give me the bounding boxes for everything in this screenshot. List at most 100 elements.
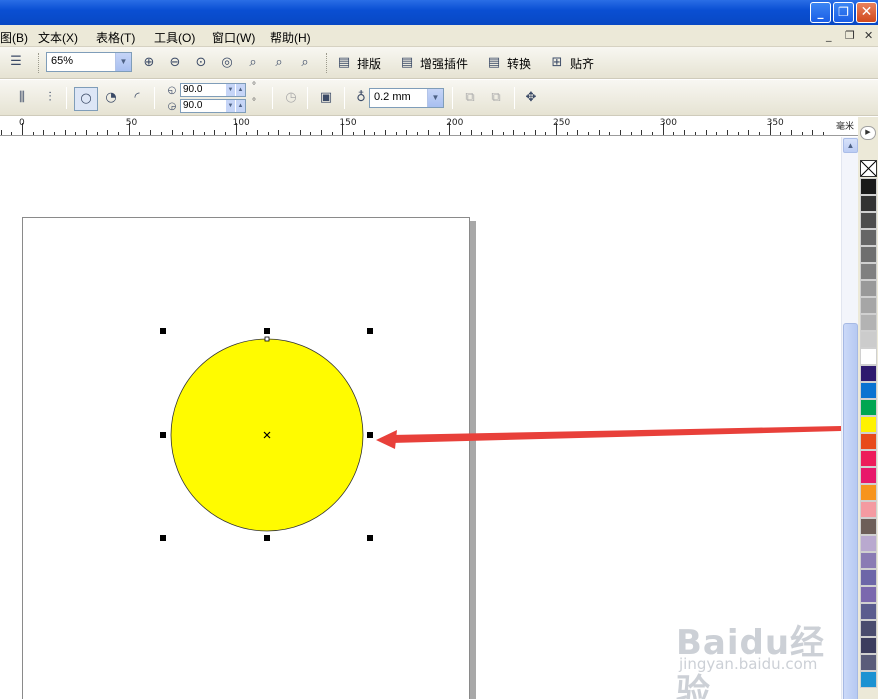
zoom-page-icon[interactable]: ⌕ [243, 53, 263, 73]
color-swatch[interactable] [860, 246, 877, 263]
color-swatch[interactable] [860, 654, 877, 671]
doc-minimize-icon[interactable]: _ [826, 29, 832, 42]
zoom-out-icon[interactable]: ⊖ [165, 53, 185, 73]
zoom-all-icon[interactable]: ◎ [217, 53, 237, 73]
selection-handle[interactable] [367, 432, 373, 438]
restore-button[interactable]: ❐ [833, 2, 854, 23]
color-swatch[interactable] [860, 229, 877, 246]
convert-icon[interactable]: ▤ [484, 53, 504, 73]
zoom-level-select[interactable]: 65% ▼ [46, 52, 132, 72]
menu-text[interactable]: 文本(X) [38, 29, 78, 46]
scroll-up-icon[interactable]: ▲ [843, 138, 858, 153]
ruler-label: 300 [659, 118, 677, 128]
zoom-selected-icon[interactable]: ⊙ [191, 53, 211, 73]
options-list-icon[interactable]: ☰ [6, 52, 26, 72]
ruler-tick [150, 130, 152, 135]
ruler-label: 50 [125, 118, 138, 128]
doc-restore-icon[interactable]: ❐ [845, 29, 855, 42]
convert-button[interactable]: 转换 [507, 55, 531, 72]
color-swatch[interactable] [860, 484, 877, 501]
ellipse-mode-icon[interactable]: ○ [74, 87, 98, 111]
color-swatch[interactable] [860, 365, 877, 382]
enhance-plugin-button[interactable]: 增强插件 [420, 55, 468, 72]
spin-up-icon[interactable]: ▲ [236, 84, 245, 96]
menu-tools[interactable]: 工具(O) [154, 29, 195, 46]
color-swatch[interactable] [860, 212, 877, 229]
ruler-tick [726, 130, 728, 135]
color-swatch[interactable] [860, 348, 877, 365]
color-swatch[interactable] [860, 535, 877, 552]
palette-scroll-icon[interactable]: ▶ [860, 126, 876, 140]
menu-bar: 图(B) 文本(X) 表格(T) 工具(O) 窗口(W) 帮助(H) _ ❐ ✕ [0, 25, 878, 47]
selection-handle[interactable] [160, 535, 166, 541]
zoom-in-icon[interactable]: ⊕ [139, 53, 159, 73]
snap-icon[interactable]: ⊞ [547, 53, 567, 73]
distribute-icon[interactable]: ⫶ [40, 88, 60, 108]
color-swatch[interactable] [860, 586, 877, 603]
color-swatch[interactable] [860, 450, 877, 467]
menu-window[interactable]: 窗口(W) [212, 29, 255, 46]
scroll-thumb[interactable] [843, 323, 858, 699]
outline-width-select[interactable]: 0.2 mm ▼ [369, 88, 444, 108]
enhance-plugin-icon[interactable]: ▤ [397, 53, 417, 73]
zoom-height-icon[interactable]: ⌕ [295, 53, 315, 73]
color-swatch[interactable] [860, 263, 877, 280]
drawing-canvas[interactable]: Baidu经验 jingyan.baidu.com [0, 137, 841, 699]
selection-handle[interactable] [367, 535, 373, 541]
to-back-icon[interactable]: ⧉ [486, 88, 506, 108]
color-swatch[interactable] [860, 552, 877, 569]
property-bar: ⫼ ⫶ ○ ◔ ◜ ◵ 90.0 ▼ ▲ ◶ 90.0 ▼ ▲ ° ° ◷ ▣ … [0, 80, 878, 116]
layout-button[interactable]: 排版 [357, 55, 381, 72]
to-front-icon[interactable]: ⧉ [460, 88, 480, 108]
color-swatch[interactable] [860, 671, 877, 688]
ruler-tick [0, 130, 2, 135]
align-icon[interactable]: ⫼ [12, 88, 32, 108]
minimize-button[interactable]: _ [810, 2, 831, 23]
no-color-swatch[interactable] [860, 160, 877, 177]
convert-to-curves-icon[interactable]: ✥ [521, 88, 541, 108]
doc-close-icon[interactable]: ✕ [864, 29, 873, 42]
color-swatch[interactable] [860, 620, 877, 637]
color-swatch[interactable] [860, 331, 877, 348]
vertical-scrollbar[interactable]: ▲ [841, 137, 858, 699]
menu-help[interactable]: 帮助(H) [270, 29, 311, 46]
selection-handle[interactable] [160, 328, 166, 334]
color-swatch[interactable] [860, 280, 877, 297]
ruler-tick [331, 132, 333, 135]
node-handle[interactable] [264, 336, 270, 342]
selection-handle[interactable] [264, 535, 270, 541]
pie-mode-icon[interactable]: ◔ [101, 88, 121, 108]
close-button[interactable]: ✕ [856, 2, 877, 23]
color-swatch[interactable] [860, 178, 877, 195]
spin-down-icon[interactable]: ▼ [226, 100, 235, 112]
color-swatch[interactable] [860, 382, 877, 399]
spin-down-icon[interactable]: ▼ [226, 84, 235, 96]
arc-mode-icon[interactable]: ◜ [127, 88, 147, 108]
color-swatch[interactable] [860, 637, 877, 654]
menu-table[interactable]: 表格(T) [96, 29, 135, 46]
selection-handle[interactable] [264, 328, 270, 334]
spin-up-icon[interactable]: ▲ [236, 100, 245, 112]
color-swatch[interactable] [860, 518, 877, 535]
selection-handle[interactable] [160, 432, 166, 438]
color-swatch[interactable] [860, 314, 877, 331]
zoom-width-icon[interactable]: ⌕ [269, 53, 289, 73]
degree-icon: ° [252, 81, 256, 92]
color-swatch[interactable] [860, 501, 877, 518]
color-swatch[interactable] [860, 416, 877, 433]
end-angle-input[interactable]: 90.0 ▼ ▲ [180, 99, 246, 113]
menu-layout[interactable]: 图(B) [0, 29, 28, 46]
snap-button[interactable]: 贴齐 [570, 55, 594, 72]
color-swatch[interactable] [860, 195, 877, 212]
color-swatch[interactable] [860, 467, 877, 484]
wrap-text-icon[interactable]: ▣ [316, 88, 336, 108]
color-swatch[interactable] [860, 297, 877, 314]
color-swatch[interactable] [860, 433, 877, 450]
selection-handle[interactable] [367, 328, 373, 334]
layout-icon[interactable]: ▤ [334, 53, 354, 73]
color-swatch[interactable] [860, 569, 877, 586]
color-swatch[interactable] [860, 603, 877, 620]
direction-icon[interactable]: ◷ [281, 88, 301, 108]
color-swatch[interactable] [860, 399, 877, 416]
start-angle-input[interactable]: 90.0 ▼ ▲ [180, 83, 246, 97]
